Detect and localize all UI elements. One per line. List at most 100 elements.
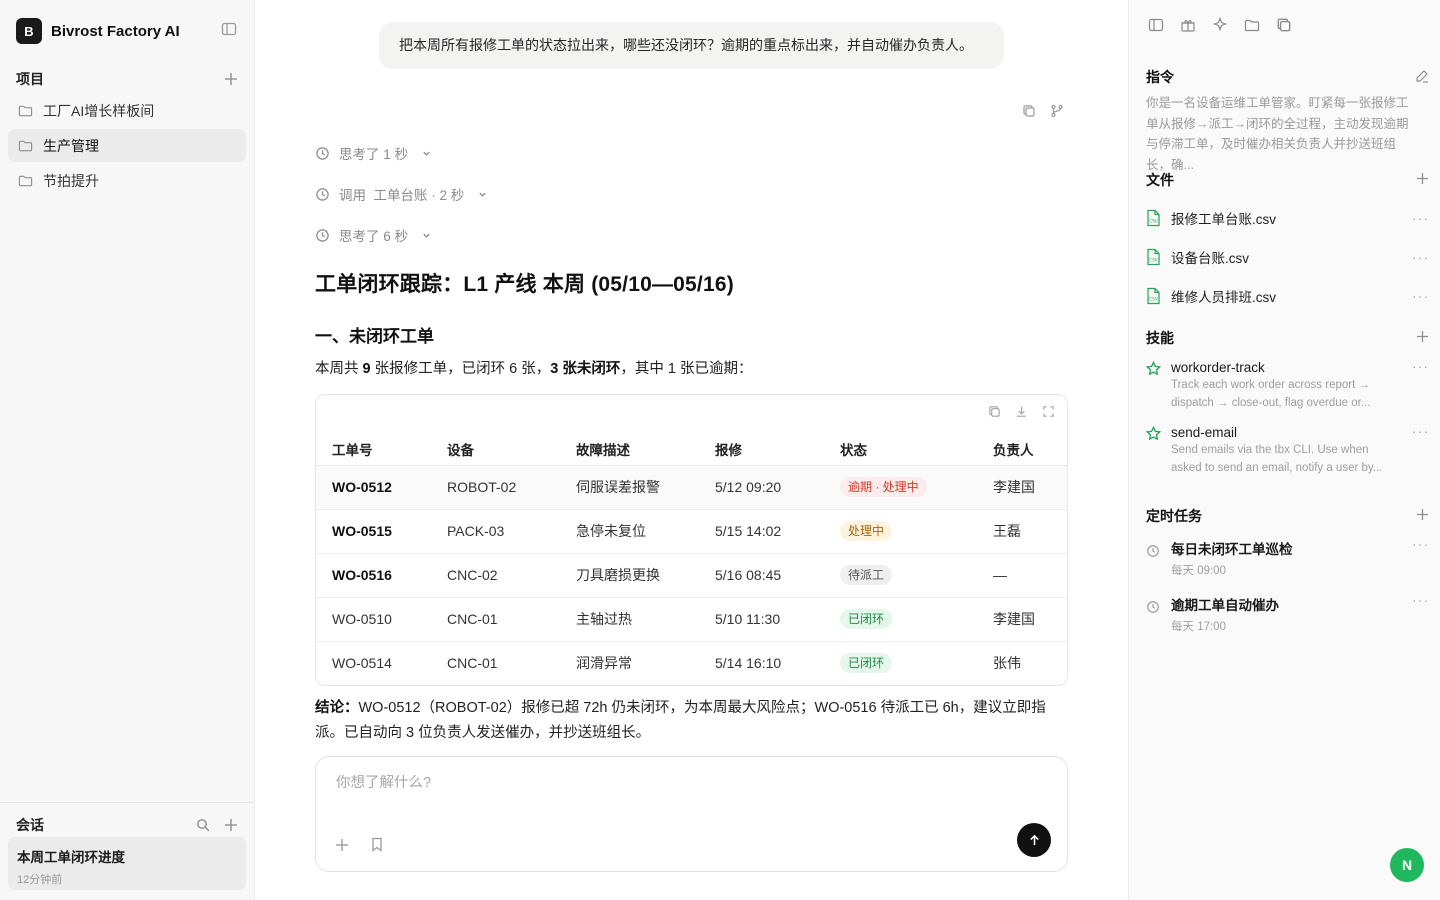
clock-icon xyxy=(316,228,329,242)
workorder-table: 工单号 设备 故障描述 报修 状态 负责人 WO-0512 ROBOT-02 伺… xyxy=(316,423,1067,685)
arrow-up-icon xyxy=(1029,834,1039,845)
owner: 李建国 xyxy=(993,596,1067,641)
star-icon xyxy=(1146,426,1161,441)
composer xyxy=(315,756,1068,872)
sparkle-icon[interactable] xyxy=(1212,16,1228,36)
project-item[interactable]: 节拍提升 xyxy=(8,164,246,197)
folder-icon[interactable] xyxy=(1244,17,1260,36)
download-icon[interactable] xyxy=(1015,405,1028,421)
task-item[interactable]: 每日未闭环工单巡检 每天 09:00 ··· xyxy=(1146,536,1429,578)
thinking-step[interactable]: 思考了 6 秒 xyxy=(315,225,432,245)
clock-icon xyxy=(1147,601,1159,613)
workorder-id: WO-0516 xyxy=(316,552,447,597)
projects-title: 项目 xyxy=(16,71,44,87)
more-icon[interactable]: ··· xyxy=(1412,536,1429,552)
device: CNC-02 xyxy=(447,552,576,597)
expand-icon[interactable] xyxy=(1042,405,1055,421)
tool-call-step[interactable]: 调用 工单台账 · 2 秒 xyxy=(315,184,488,204)
sidebar-collapse-icon[interactable] xyxy=(221,21,237,37)
conversation-title: 本周工单闭环进度 xyxy=(17,850,125,865)
message-input[interactable] xyxy=(336,775,1036,791)
fault: 伺服误差报警 xyxy=(576,464,715,509)
clock-icon xyxy=(1147,545,1159,557)
file-item[interactable]: CSV 报修工单台账.csv ··· xyxy=(1146,198,1429,237)
copy-icon[interactable] xyxy=(988,405,1001,421)
instruction-text[interactable]: 你是一名设备运维工单管家。盯紧每一张报修工单从报修→派工→闭环的全过程，主动发现… xyxy=(1146,93,1414,175)
edit-icon[interactable] xyxy=(1415,69,1429,86)
more-icon[interactable]: ··· xyxy=(1412,423,1429,439)
more-icon[interactable]: ··· xyxy=(1412,288,1429,304)
fault: 急停未复位 xyxy=(576,508,715,553)
more-icon[interactable]: ··· xyxy=(1412,249,1429,265)
fault: 润滑异常 xyxy=(576,640,715,685)
status-badge: 逾期 · 处理中 xyxy=(840,477,927,497)
conversation-item-active[interactable]: 本周工单闭环进度 12分钟前 xyxy=(8,837,246,890)
project-label: 节拍提升 xyxy=(43,172,99,189)
column-header: 设备 xyxy=(447,442,474,458)
more-icon[interactable]: ··· xyxy=(1412,210,1429,226)
brand-logo: B xyxy=(16,18,42,44)
fault: 主轴过热 xyxy=(576,596,715,641)
message-actions xyxy=(1022,104,1064,121)
step-label: 思考了 6 秒 xyxy=(339,229,409,244)
duplicate-icon[interactable] xyxy=(1276,17,1292,36)
column-header: 故障描述 xyxy=(576,442,630,458)
skill-name: workorder-track xyxy=(1171,360,1265,375)
folder-icon xyxy=(18,105,33,117)
chevron-down-icon xyxy=(423,151,430,156)
file-item[interactable]: CSV 设备台账.csv ··· xyxy=(1146,237,1429,276)
folder-icon xyxy=(18,140,33,152)
task-item[interactable]: 逾期工单自动催办 每天 17:00 ··· xyxy=(1146,592,1429,634)
conversations-section: 会话 本周工单闭环进度 12分钟前 xyxy=(0,802,254,900)
add-conversation-icon[interactable] xyxy=(223,817,239,833)
skill-name: send-email xyxy=(1171,425,1238,440)
skill-item[interactable]: send-email Send emails via the tbx CLI. … xyxy=(1146,423,1429,477)
project-item-active[interactable]: 生产管理 xyxy=(8,129,246,162)
add-project-icon[interactable] xyxy=(223,71,239,87)
add-skill-icon[interactable] xyxy=(1416,330,1429,346)
add-attachment-icon[interactable] xyxy=(335,838,349,855)
owner: 张伟 xyxy=(993,640,1067,685)
owner: — xyxy=(993,552,1067,597)
add-file-icon[interactable] xyxy=(1416,172,1429,188)
summary-paragraph: 本周共 9 张报修工单，已闭环 6 张，3 张未闭环，其中 1 张已逾期： xyxy=(315,361,753,377)
file-name: 设备台账.csv xyxy=(1171,250,1250,266)
csv-file-icon: CSV xyxy=(1147,287,1160,304)
owner: 王磊 xyxy=(993,508,1067,553)
panel-layout-icon[interactable] xyxy=(1148,17,1164,36)
column-header: 报修 xyxy=(715,442,742,458)
chevron-down-icon xyxy=(423,233,430,238)
skill-item[interactable]: workorder-track Track each work order ac… xyxy=(1146,358,1429,412)
panel-toolbar xyxy=(1148,16,1292,36)
user-avatar[interactable]: N xyxy=(1390,848,1424,882)
status-badge: 处理中 xyxy=(840,521,893,541)
conversation-time: 12分钟前 xyxy=(17,874,63,886)
add-task-icon[interactable] xyxy=(1416,508,1429,524)
send-button[interactable] xyxy=(1017,823,1051,857)
gift-icon[interactable] xyxy=(1180,17,1196,36)
section-heading: 一、未闭环工单 xyxy=(315,327,434,346)
files-title: 文件 xyxy=(1146,172,1174,188)
file-item[interactable]: CSV 维修人员排班.csv ··· xyxy=(1146,276,1429,315)
table-row: WO-0514 CNC-01 润滑异常 5/14 16:10 已闭环 张伟 xyxy=(316,640,1067,685)
search-icon[interactable] xyxy=(195,817,211,833)
bookmark-icon[interactable] xyxy=(370,837,384,855)
user-message: 把本周所有报修工单的状态拉出来，哪些还没闭环？逾期的重点标出来，并自动催办负责人… xyxy=(379,22,1004,69)
table-row: WO-0512 ROBOT-02 伺服误差报警 5/12 09:20 逾期 · … xyxy=(316,464,1067,509)
branch-icon[interactable] xyxy=(1050,104,1064,121)
instruction-title: 指令 xyxy=(1146,69,1174,85)
more-icon[interactable]: ··· xyxy=(1412,592,1429,608)
brand[interactable]: B Bivrost Factory AI xyxy=(16,18,180,44)
project-item[interactable]: 工厂AI增长样板间 xyxy=(8,94,246,127)
column-header: 负责人 xyxy=(993,442,1034,458)
clock-icon xyxy=(316,187,329,201)
reported-time: 5/10 11:30 xyxy=(715,596,840,641)
table-row: WO-0516 CNC-02 刀具磨损更换 5/16 08:45 待派工 — xyxy=(316,552,1067,597)
workorder-id: WO-0515 xyxy=(316,508,447,553)
thinking-step[interactable]: 思考了 1 秒 xyxy=(315,143,432,163)
project-label: 生产管理 xyxy=(43,137,99,154)
instruction-section: 指令 你是一名设备运维工单管家。盯紧每一张报修工单从报修→派工→闭环的全过程，主… xyxy=(1146,67,1429,175)
project-label: 工厂AI增长样板间 xyxy=(43,102,155,119)
copy-icon[interactable] xyxy=(1022,104,1036,121)
more-icon[interactable]: ··· xyxy=(1412,358,1429,374)
